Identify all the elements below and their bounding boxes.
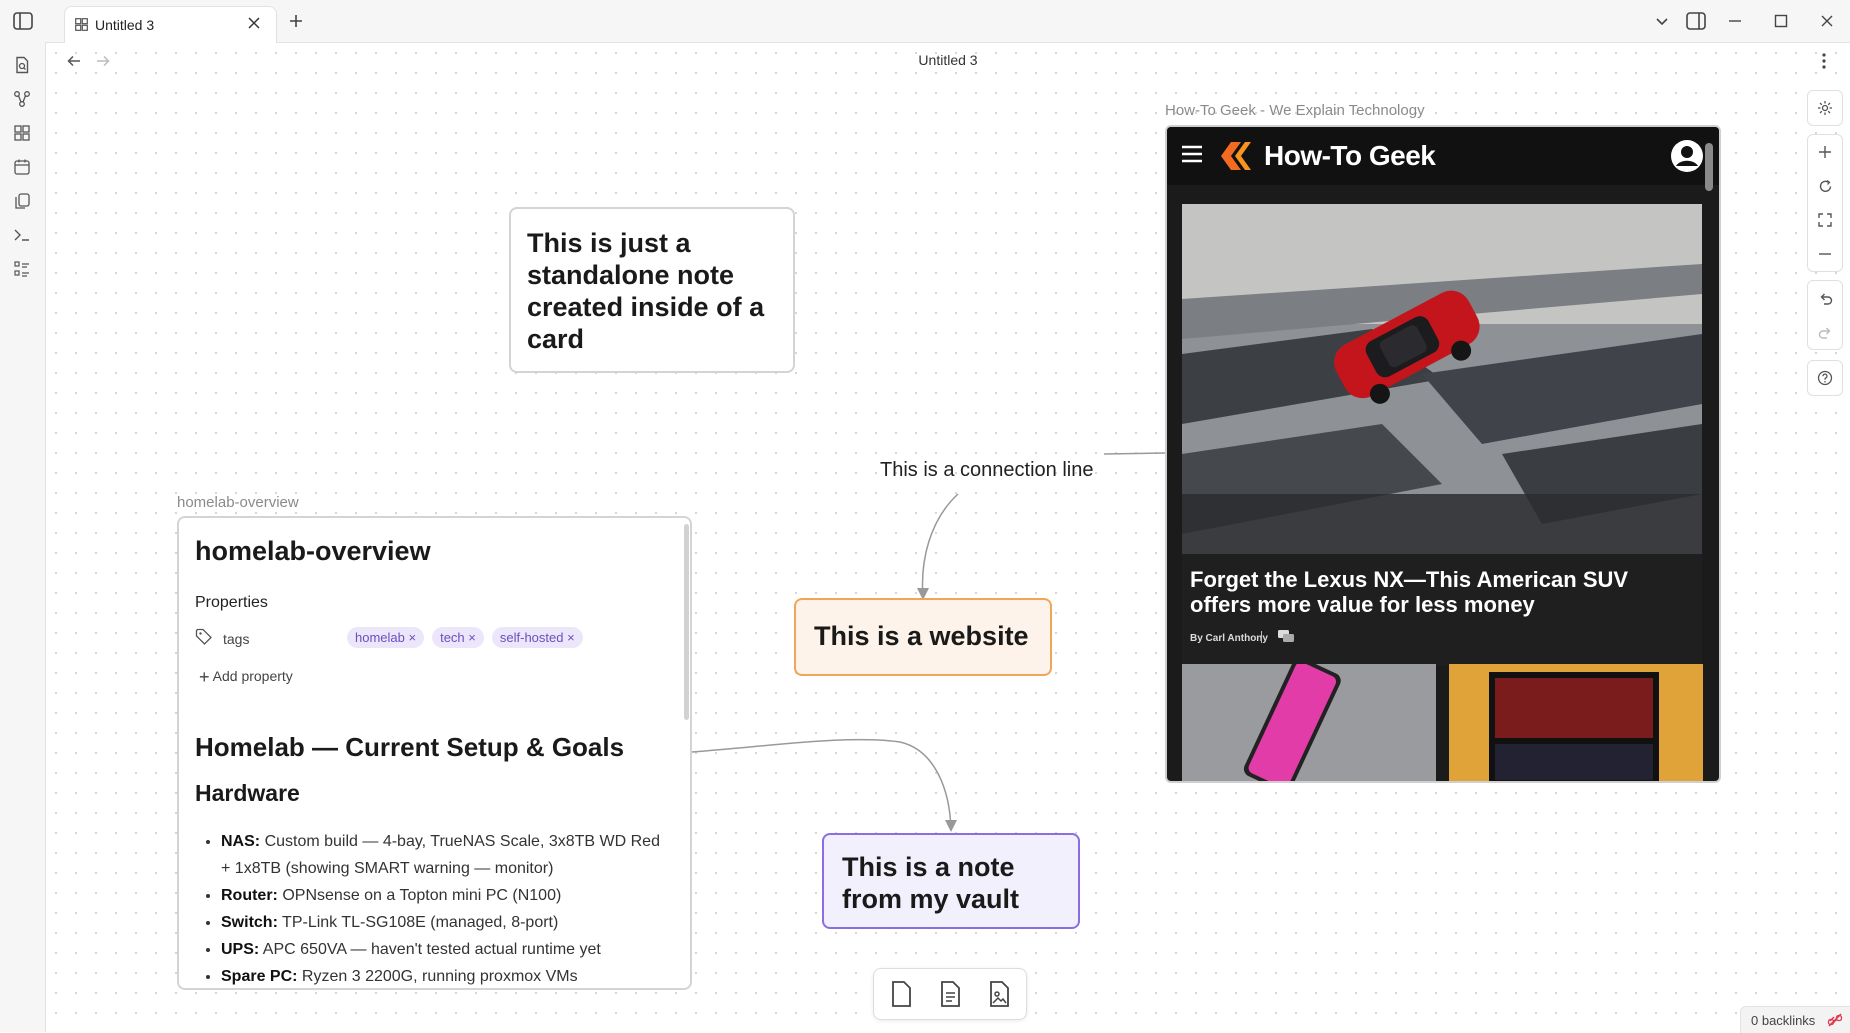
scrollbar[interactable] [684,524,689,720]
backlinks-count[interactable]: 0 backlinks [1751,1013,1815,1028]
note-title: homelab-overview [195,536,431,566]
standalone-note-text: This is just a standalone note created i… [527,228,765,354]
tag-icon [195,628,213,646]
thumbnail-tv[interactable] [1449,664,1703,781]
list-item: UPS: APC 650VA — haven't tested actual r… [221,936,665,963]
connection-label[interactable]: This is a connection line [880,459,1093,482]
note-heading-2: Hardware [195,780,300,806]
site-header: How-To Geek [1167,127,1719,185]
list-item: Spare PC: Ryzen 3 2200G, running proxmox… [221,963,665,988]
note-icon[interactable] [935,979,965,1009]
tags-label: tags [223,631,250,647]
comment-icon[interactable] [1277,629,1295,643]
help-group [1807,360,1843,396]
tag-homelab[interactable]: homelab × [347,627,425,648]
redo-icon[interactable] [1808,315,1842,349]
tags-list: homelab × tech × self-hosted × [347,627,591,648]
menu-icon[interactable] [1181,145,1203,163]
vault-note-text: This is a note from my vault [842,852,1020,914]
status-bar: 0 backlinks [1740,1006,1850,1033]
backlink-icon[interactable] [1827,1012,1843,1028]
new-card-icon[interactable] [886,979,916,1009]
list-item: Switch: TP-Link TL-SG108E (managed, 8-po… [221,909,665,936]
homelab-note-card[interactable]: homelab-overview Properties tags homelab… [177,516,692,990]
note-heading-1: Homelab — Current Setup & Goals [195,732,625,762]
tag-tech[interactable]: tech × [432,627,484,648]
homelab-card-label: homelab-overview [177,494,299,511]
standalone-note-card[interactable]: This is just a standalone note created i… [509,207,795,373]
list-item: Router: OPNsense on a Topton mini PC (N1… [221,882,665,909]
undo-icon[interactable] [1808,281,1842,315]
byline-divider [1261,631,1262,643]
media-icon[interactable] [984,979,1014,1009]
plus-icon: + [199,667,210,687]
properties-heading: Properties [195,594,268,611]
help-icon[interactable] [1808,361,1842,395]
list-item: NAS: Custom build — 4-bay, TrueNAS Scale… [221,828,665,882]
account-icon[interactable] [1670,139,1704,173]
website-note-text: This is a website [814,621,1029,651]
tag-self-hosted[interactable]: self-hosted × [491,627,583,648]
article-headline[interactable]: Forget the Lexus NX—This American SUV of… [1190,567,1680,617]
vault-note-card[interactable]: This is a note from my vault [822,833,1080,929]
hardware-list: NAS: Custom build — 4-bay, TrueNAS Scale… [195,828,665,988]
htg-logo-icon [1217,139,1253,173]
web-scrollbar[interactable] [1705,143,1713,191]
web-embed-card[interactable]: How-To Geek Forget the Lexus NX—This Ame… [1165,125,1721,783]
canvas-bottom-toolbar [873,968,1027,1020]
zoom-out-icon[interactable] [1808,237,1842,271]
fit-icon[interactable] [1808,203,1842,237]
thumbnail-phone[interactable] [1182,664,1436,781]
hero-image[interactable] [1182,204,1702,554]
web-card-label: How-To Geek - We Explain Technology [1165,102,1425,119]
zoom-controls [1807,134,1843,272]
website-note-card[interactable]: This is a website [794,598,1052,676]
history-controls [1807,280,1843,350]
add-property-label: Add property [212,668,293,684]
site-brand: How-To Geek [1264,140,1436,171]
add-property-button[interactable]: + Add property [199,667,293,688]
zoom-in-icon[interactable] [1808,135,1842,169]
article-byline: By Carl Anthony [1190,633,1268,644]
canvas-settings-group [1807,90,1843,126]
settings-icon[interactable] [1808,91,1842,125]
reset-icon[interactable] [1808,169,1842,203]
